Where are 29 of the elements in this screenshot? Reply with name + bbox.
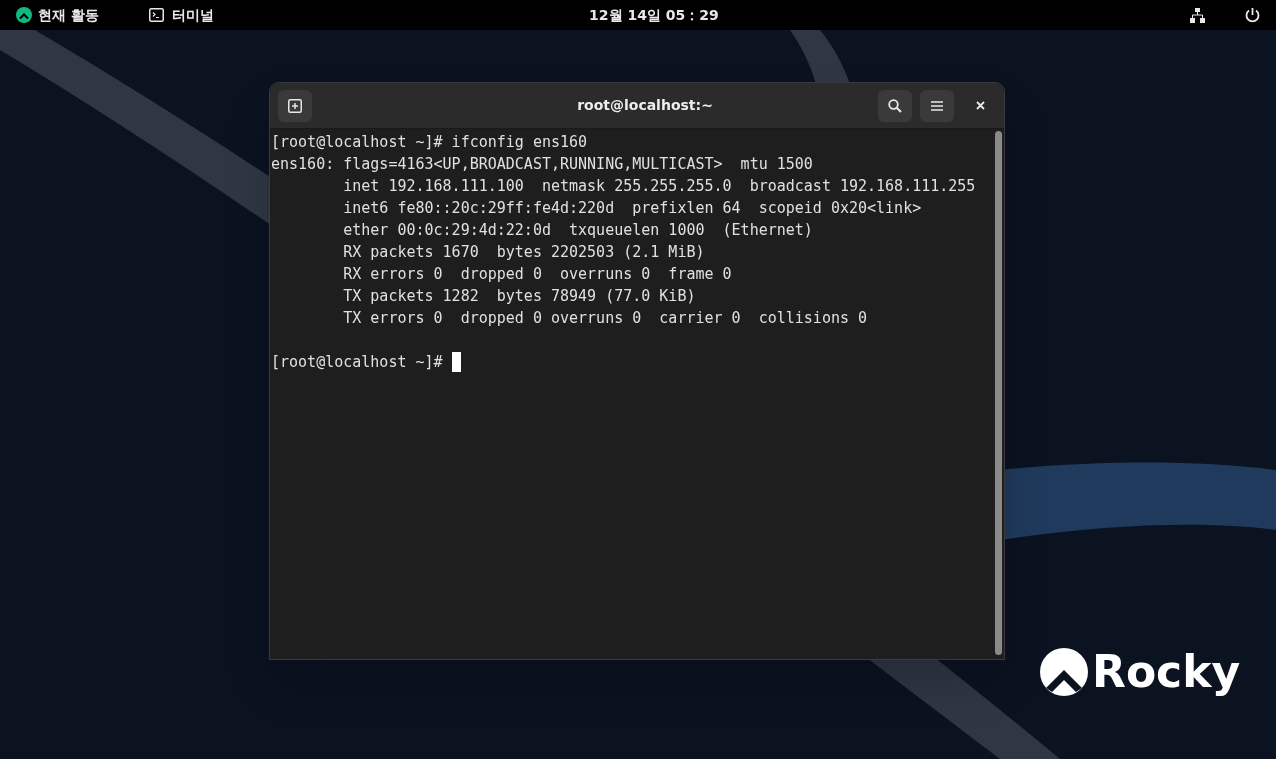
window-title: root@localhost:~ [577,96,713,115]
menu-button[interactable] [920,89,954,122]
terminal-line: inet 192.168.111.100 netmask 255.255.255.0 broadcast 192.168.111.255 [342,176,976,197]
close-icon [975,101,985,110]
terminal-line: inet6 fe80::20c:29ff:fe4d:220d prefixlen 64 scopeid 0x20<link> [342,198,922,219]
search-icon [888,98,902,113]
menu-icon [931,100,943,111]
power-icon[interactable] [1245,7,1260,23]
terminal-icon [148,8,164,22]
logo-text: Rocky [1092,650,1241,694]
rocky-mountain-icon [1040,648,1088,696]
new-tab-button[interactable] [278,89,312,122]
scrollbar-thumb[interactable] [994,131,1002,655]
text-cursor [451,352,461,372]
clock-button[interactable]: 12월 14일 05：29 [589,4,719,26]
activities-button[interactable]: 현재 활동 [16,4,99,26]
terminal-line: RX errors 0 dropped 0 overruns 0 frame 0 [342,264,732,285]
terminal-line: ether 00:0c:29:4d:22:0d txqueuelen 1000 (Ethernet) [342,220,813,241]
terminal-prompt: [root@localhost ~]# [271,352,444,373]
search-button[interactable] [878,89,912,122]
mountain-logo-icon [16,7,32,23]
network-icon[interactable] [1190,7,1205,23]
new-tab-icon [288,98,302,113]
terminal-line: TX errors 0 dropped 0 overruns 0 carrier 0 collisions 0 [342,308,868,329]
terminal-line: [root@localhost ~]# ifconfig ens160 [271,132,588,153]
terminal-app-button[interactable]: 터미널 [148,4,214,26]
terminal-line: ens160: flags=4163<UP,BROADCAST,RUNNING,MULTICAST> mtu 1500 [271,154,813,175]
terminal-line: RX packets 1670 bytes 2202503 (2.1 MiB) [342,242,705,263]
terminal-line: TX packets 1282 bytes 78949 (77.0 KiB) [342,286,696,307]
